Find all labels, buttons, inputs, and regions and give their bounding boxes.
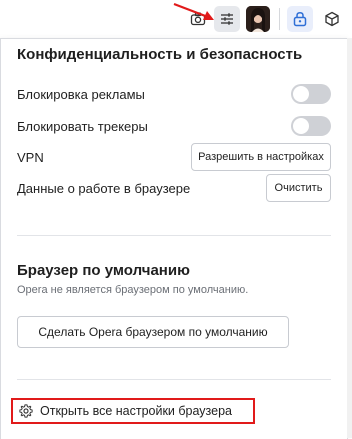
vpn-enable-button[interactable]: Разрешить в настройках bbox=[191, 143, 331, 171]
panel-scrollbar[interactable] bbox=[347, 38, 352, 438]
gear-icon bbox=[19, 404, 33, 418]
toggle-knob bbox=[293, 86, 309, 102]
profile-photo-icon bbox=[246, 6, 270, 32]
default-browser-title: Браузер по умолчанию bbox=[17, 262, 190, 279]
open-all-settings-link[interactable]: Открыть все настройки браузера bbox=[11, 398, 255, 424]
extensions-button[interactable] bbox=[320, 7, 344, 31]
easy-setup-panel: Конфиденциальность и безопасность Блокир… bbox=[0, 38, 348, 439]
clear-data-button[interactable]: Очистить bbox=[266, 174, 331, 202]
default-browser-description: Opera не является браузером по умолчанию… bbox=[17, 284, 249, 296]
section-divider bbox=[17, 235, 331, 236]
ad-block-toggle[interactable] bbox=[291, 84, 331, 104]
lock-extension-icon bbox=[293, 12, 307, 27]
easy-setup-icon bbox=[221, 13, 233, 25]
toolbar-separator bbox=[279, 8, 280, 30]
cube-extension-icon bbox=[325, 11, 339, 27]
browsing-data-label: Данные о работе в браузере bbox=[17, 181, 191, 196]
vpn-label: VPN bbox=[17, 150, 44, 165]
toggle-knob bbox=[293, 118, 309, 134]
ad-block-label: Блокировка рекламы bbox=[17, 87, 145, 102]
tracker-block-toggle[interactable] bbox=[291, 116, 331, 136]
vpn-extension-button[interactable] bbox=[287, 6, 313, 32]
browser-toolbar bbox=[0, 0, 352, 40]
tracker-block-label: Блокировать трекеры bbox=[17, 119, 148, 134]
profile-avatar[interactable] bbox=[246, 6, 270, 32]
section-divider bbox=[17, 379, 331, 380]
privacy-section-title: Конфиденциальность и безопасность bbox=[17, 46, 303, 63]
open-all-settings-label: Открыть все настройки браузера bbox=[40, 404, 232, 418]
annotation-arrow-icon bbox=[173, 2, 214, 20]
make-default-button[interactable]: Сделать Opera браузером по умолчанию bbox=[17, 316, 289, 348]
